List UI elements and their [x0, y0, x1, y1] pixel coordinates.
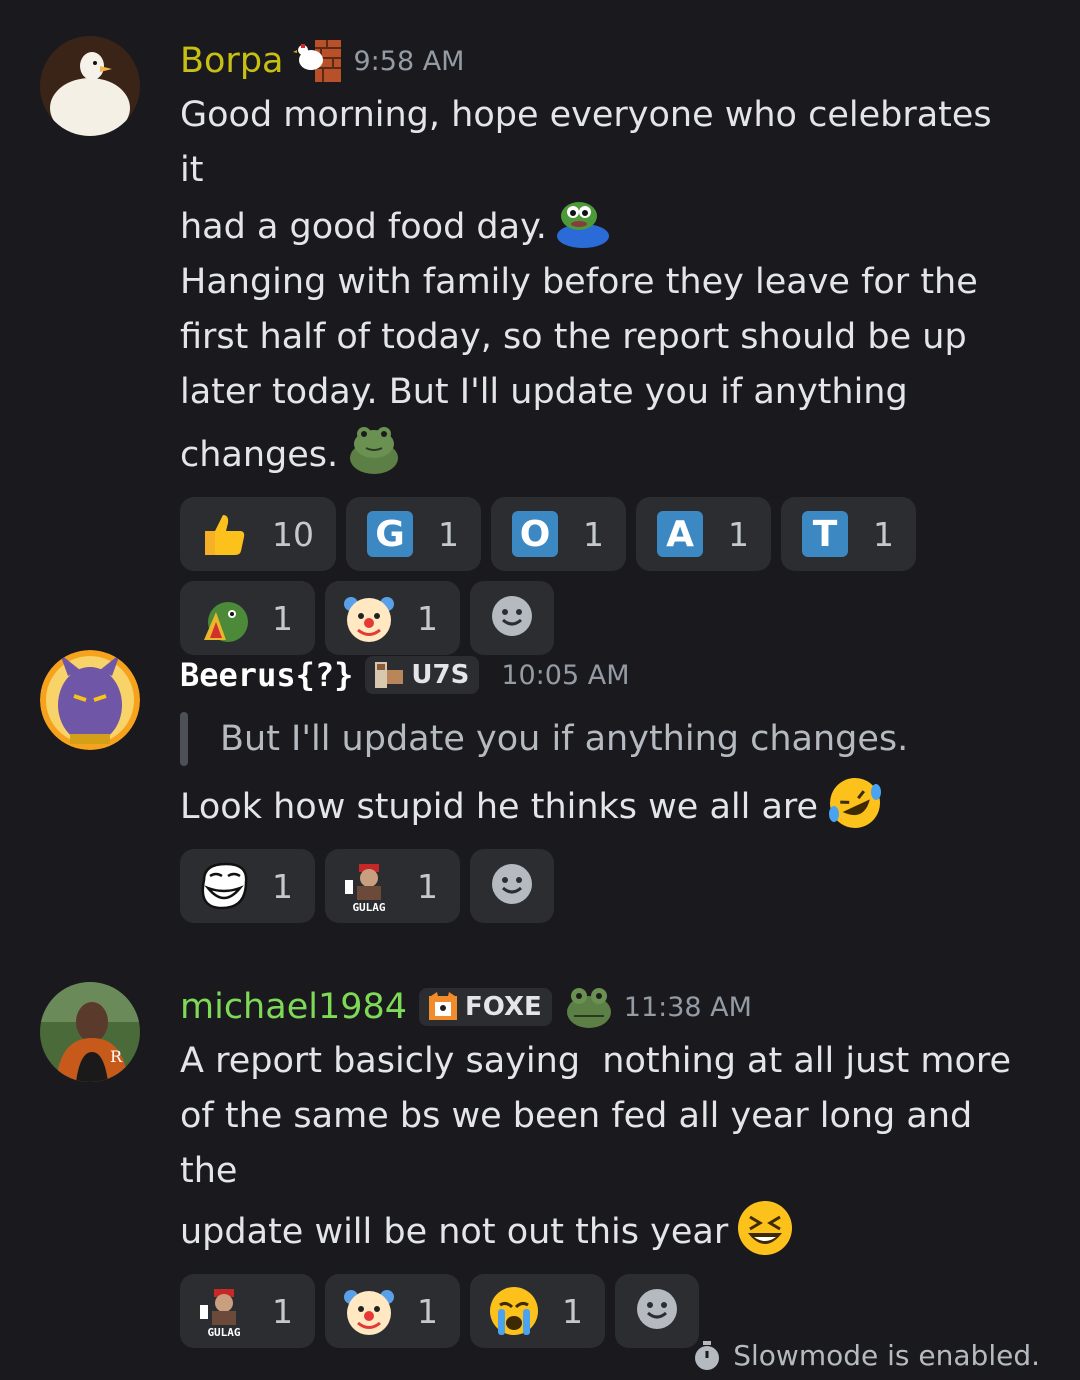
reaction-count: 1	[272, 866, 293, 906]
reactions-bar: GULAG 1 1 1	[180, 1274, 1020, 1348]
smiley-add-icon	[635, 1287, 679, 1335]
smiley-add-icon	[490, 594, 534, 642]
message-line: changes.	[180, 435, 339, 475]
message-line: had a good food day.	[180, 207, 547, 247]
avatar[interactable]	[40, 36, 140, 136]
username[interactable]: Beerus{?}	[180, 656, 353, 694]
reaction-count: 1	[417, 1291, 438, 1331]
role-icon	[293, 36, 343, 86]
reaction-count: 1	[583, 514, 604, 554]
smiley-add-icon	[490, 862, 534, 910]
reaction-clown[interactable]: 1	[325, 1274, 460, 1348]
thumbs-up-icon	[198, 508, 250, 560]
add-reaction-button[interactable]	[470, 849, 554, 923]
quote-text: But I'll update you if anything changes.	[220, 719, 909, 759]
reaction-count: 1	[417, 866, 438, 906]
reaction-count: 1	[728, 514, 749, 554]
reaction-letter-a[interactable]: A 1	[636, 497, 771, 571]
message-line: Good morning, hope everyone who celebrat…	[180, 95, 992, 190]
add-reaction-button[interactable]	[470, 581, 554, 655]
reaction-letter-g[interactable]: G 1	[346, 497, 481, 571]
reaction-letter-o[interactable]: O 1	[491, 497, 626, 571]
message-line: of the same bs we been fed all year long…	[180, 1096, 973, 1191]
message-text: Look how stupid he thinks we all are	[180, 774, 1020, 835]
svg-text:R: R	[110, 1047, 123, 1066]
server-tag[interactable]: FOXE	[419, 988, 552, 1026]
reaction-letter-t[interactable]: T 1	[781, 497, 916, 571]
username[interactable]: michael1984	[180, 987, 407, 1027]
letter-o-icon: O	[509, 508, 561, 560]
message-line: later today. But I'll update you if anyt…	[180, 372, 908, 412]
message-line: A report basicly saying nothing at all j…	[180, 1041, 1012, 1081]
reaction-count: 1	[562, 1291, 583, 1331]
timestamp: 11:38 AM	[623, 991, 752, 1023]
reaction-count: 1	[417, 598, 438, 638]
message-line: update will be not out this year	[180, 1212, 729, 1252]
tag-label: FOXE	[465, 992, 542, 1022]
timestamp: 10:05 AM	[501, 659, 630, 691]
reaction-clown[interactable]: 1	[325, 581, 460, 655]
avatar[interactable]	[40, 650, 140, 750]
username[interactable]: Borpa	[180, 41, 283, 81]
pepe-fire-icon	[198, 592, 250, 644]
reactions-bar: 10 G 1 O 1 A 1 T 1 1 1	[180, 497, 940, 655]
letter-g-icon: G	[364, 508, 416, 560]
crying-icon	[488, 1285, 540, 1337]
reactions-bar: 1 GULAG 1	[180, 849, 1020, 923]
timestamp: 9:58 AM	[353, 45, 465, 77]
message-line: Hanging with family before they leave fo…	[180, 262, 978, 302]
add-reaction-button[interactable]	[615, 1274, 699, 1348]
reaction-gulag[interactable]: GULAG 1	[180, 1274, 315, 1348]
laughing-emoji	[736, 1199, 794, 1257]
server-tag[interactable]: U7S	[365, 656, 480, 694]
reaction-count: 1	[438, 514, 459, 554]
slowmode-notice: Slowmode is enabled.	[693, 1339, 1040, 1372]
tag-label: U7S	[411, 660, 470, 690]
rofl-emoji	[826, 774, 884, 832]
quote-block: But I'll update you if anything changes.	[180, 712, 1020, 766]
slowmode-text: Slowmode is enabled.	[733, 1339, 1040, 1372]
letter-t-icon: T	[799, 508, 851, 560]
gulag-icon: GULAG	[343, 860, 395, 914]
reaction-pepe-fire[interactable]: 1	[180, 581, 315, 655]
tag-icon	[373, 660, 405, 690]
reaction-count: 10	[272, 514, 314, 554]
reaction-trollface[interactable]: 1	[180, 849, 315, 923]
gulag-label: GULAG	[352, 901, 386, 914]
reaction-count: 1	[272, 1291, 293, 1331]
reaction-gulag[interactable]: GULAG 1	[325, 849, 460, 923]
pepe-hug-emoji	[555, 198, 611, 248]
avatar[interactable]: R	[40, 982, 140, 1082]
gulag-icon: GULAG	[198, 1285, 250, 1339]
letter-a-icon: A	[654, 508, 706, 560]
message-line: first half of today, so the report shoul…	[180, 317, 967, 357]
reaction-thumbs-up[interactable]: 10	[180, 497, 336, 571]
gulag-label: GULAG	[207, 1326, 241, 1339]
tag-icon	[427, 992, 459, 1022]
clown-icon	[343, 1285, 395, 1337]
stopwatch-icon	[693, 1340, 721, 1371]
trollface-icon	[198, 860, 250, 912]
reaction-count: 1	[873, 514, 894, 554]
frog-badge-icon	[564, 984, 614, 1030]
quote-bar	[180, 712, 188, 766]
message-text: Good morning, hope everyone who celebrat…	[180, 88, 1020, 483]
reaction-count: 1	[272, 598, 293, 638]
reaction-crying[interactable]: 1	[470, 1274, 605, 1348]
frog-sit-emoji	[346, 420, 402, 474]
message-text: A report basicly saying nothing at all j…	[180, 1034, 1020, 1260]
message-line: Look how stupid he thinks we all are	[180, 787, 819, 827]
clown-icon	[343, 592, 395, 644]
